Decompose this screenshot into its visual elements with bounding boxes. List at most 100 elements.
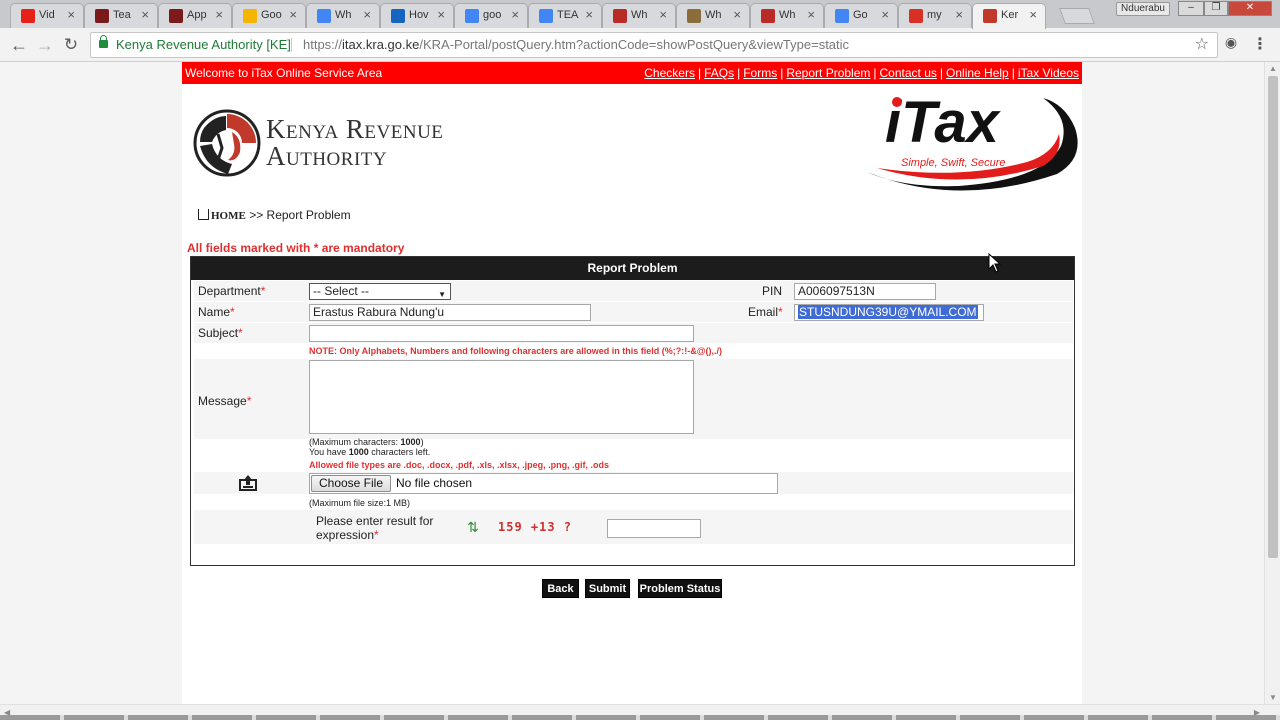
url-host: itax.kra.go.ke: [342, 37, 420, 52]
address-bar[interactable]: Kenya Revenue Authority [KE] https://ita…: [90, 32, 1218, 58]
browser-tab[interactable]: Tea ×: [84, 3, 158, 28]
browser-tab[interactable]: my ×: [898, 3, 972, 28]
subject-field[interactable]: [309, 325, 694, 342]
file-upload-field[interactable]: Choose File No file chosen: [309, 473, 778, 494]
problem-status-button[interactable]: Problem Status: [638, 579, 722, 598]
minimize-button[interactable]: –: [1178, 1, 1204, 16]
report-problem-panel: Report Problem Department* -- Select -- …: [190, 256, 1075, 566]
upload-row: Choose File No file chosen: [194, 472, 1073, 494]
browser-tab[interactable]: Goo ×: [232, 3, 306, 28]
browser-tab[interactable]: Wh ×: [602, 3, 676, 28]
tab-close-icon[interactable]: ×: [881, 7, 889, 22]
breadcrumb-home[interactable]: HOME: [211, 210, 246, 222]
tab-close-icon[interactable]: ×: [289, 7, 297, 22]
link-forms[interactable]: Forms: [743, 66, 777, 80]
window-close-button[interactable]: ✕: [1228, 1, 1272, 16]
vertical-scrollbar[interactable]: ▲ ▼: [1264, 62, 1280, 704]
extension-icon[interactable]: ◉: [1224, 34, 1238, 54]
name-field[interactable]: Erastus Rabura Ndung'u: [309, 304, 591, 321]
browser-tab-title: Vid: [39, 9, 55, 21]
link-online-help[interactable]: Online Help: [946, 66, 1009, 80]
browser-tab[interactable]: Hov ×: [380, 3, 454, 28]
kra-wordmark: Kenya Revenue Authority: [266, 116, 443, 170]
browser-tab[interactable]: Wh ×: [306, 3, 380, 28]
tab-close-icon[interactable]: ×: [511, 7, 519, 22]
bookmark-star-icon[interactable]: ☆: [1195, 33, 1209, 57]
tab-close-icon[interactable]: ×: [363, 7, 371, 22]
browser-tab[interactable]: Go ×: [824, 3, 898, 28]
tab-close-icon[interactable]: ×: [215, 7, 223, 22]
browser-menu-icon[interactable]: ⋮: [1252, 34, 1268, 54]
link-contact-us[interactable]: Contact us: [880, 66, 937, 80]
tab-close-icon[interactable]: ×: [1029, 7, 1037, 22]
browser-tab[interactable]: Wh ×: [676, 3, 750, 28]
pin-field[interactable]: A006097513N: [794, 283, 936, 300]
refresh-captcha-icon[interactable]: ⇅: [464, 518, 482, 536]
wiki-icon: [687, 9, 701, 23]
email-field[interactable]: STUSNDUNG39U@YMAIL.COM: [794, 304, 984, 321]
vertical-scroll-thumb[interactable]: [1268, 76, 1278, 558]
browser-tab[interactable]: Ker ×: [972, 3, 1046, 29]
restore-button[interactable]: ❐: [1204, 1, 1228, 16]
download-shelf-edge: [0, 715, 1280, 720]
message-textarea[interactable]: [309, 360, 694, 434]
email-label: Email*: [748, 305, 783, 319]
browser-tab-title: Tea: [113, 9, 131, 21]
link-report-problem[interactable]: Report Problem: [786, 66, 870, 80]
email-selected-text: STUSNDUNG39U@YMAIL.COM: [798, 305, 978, 319]
browser-tab-title: Ker: [1001, 9, 1019, 21]
browser-tab-title: App: [187, 9, 207, 21]
browser-tab-strip: Nduerabu – ❐ ✕ Vid × Tea × App × Goo × Wh × Hov × go…: [0, 0, 1280, 29]
tab-close-icon[interactable]: ×: [659, 7, 667, 22]
tab-close-icon[interactable]: ×: [67, 7, 75, 22]
top-bar: Welcome to iTax Online Service Area Chec…: [182, 62, 1082, 84]
upload-icon: [239, 475, 257, 491]
link-faqs[interactable]: FAQs: [704, 66, 734, 80]
scroll-down-arrow-icon[interactable]: ▼: [1269, 693, 1277, 702]
url-scheme: https://: [303, 37, 343, 52]
welcome-text: Welcome to iTax Online Service Area: [185, 66, 383, 80]
site-identity[interactable]: Kenya Revenue Authority [KE]: [116, 33, 291, 57]
tab-close-icon[interactable]: ×: [141, 7, 149, 22]
breadcrumb: HOME >> Report Problem: [198, 208, 351, 222]
back-button[interactable]: Back: [542, 579, 579, 598]
submit-button[interactable]: Submit: [585, 579, 630, 598]
kra-icon: [983, 9, 997, 23]
tab-close-icon[interactable]: ×: [585, 7, 593, 22]
tab-close-icon[interactable]: ×: [437, 7, 445, 22]
browser-tab-title: Go: [853, 9, 868, 21]
department-select-value: -- Select --: [313, 284, 370, 298]
subject-label: Subject*: [198, 326, 243, 340]
forward-nav-icon[interactable]: →: [34, 34, 56, 56]
browser-tab-title: goo: [483, 9, 502, 21]
browser-tab[interactable]: TEA ×: [528, 3, 602, 28]
browser-tab[interactable]: App ×: [158, 3, 232, 28]
browser-tab[interactable]: Wh ×: [750, 3, 824, 28]
captcha-answer-field[interactable]: [607, 519, 701, 538]
tab-close-icon[interactable]: ×: [955, 7, 963, 22]
browser-tab[interactable]: goo ×: [454, 3, 528, 28]
tab-close-icon[interactable]: ×: [733, 7, 741, 22]
new-tab-button[interactable]: [1059, 8, 1095, 24]
back-nav-icon[interactable]: ←: [8, 34, 30, 56]
top-links: Checkers | FAQs | Forms | Report Problem | Conta…: [644, 66, 1079, 80]
mouse-cursor-icon: [988, 253, 1002, 273]
youtube-icon: [21, 9, 35, 23]
subject-row: Subject*: [194, 323, 1073, 343]
link-itax-videos[interactable]: iTax Videos: [1018, 66, 1079, 80]
department-select[interactable]: -- Select -- ▼: [309, 283, 451, 300]
tab-close-icon[interactable]: ×: [807, 7, 815, 22]
characters-left-note: You have 1000 characters left.: [309, 447, 431, 457]
link-checkers[interactable]: Checkers: [644, 66, 695, 80]
scroll-up-arrow-icon[interactable]: ▲: [1269, 64, 1277, 73]
google-drive-icon: [243, 9, 257, 23]
home-icon: [198, 209, 209, 220]
profile-button[interactable]: Nduerabu: [1116, 2, 1170, 16]
browser-tab[interactable]: Vid ×: [10, 3, 84, 28]
browser-tab-title: Wh: [631, 9, 648, 21]
choose-file-button[interactable]: Choose File: [311, 475, 391, 492]
reload-icon[interactable]: ↻: [60, 34, 82, 56]
url-text[interactable]: https://itax.kra.go.ke/KRA-Portal/postQu…: [303, 33, 849, 57]
subject-allowed-chars-note: NOTE: Only Alphabets, Numbers and follow…: [309, 346, 722, 356]
kra-name-line2: Authority: [266, 141, 388, 171]
